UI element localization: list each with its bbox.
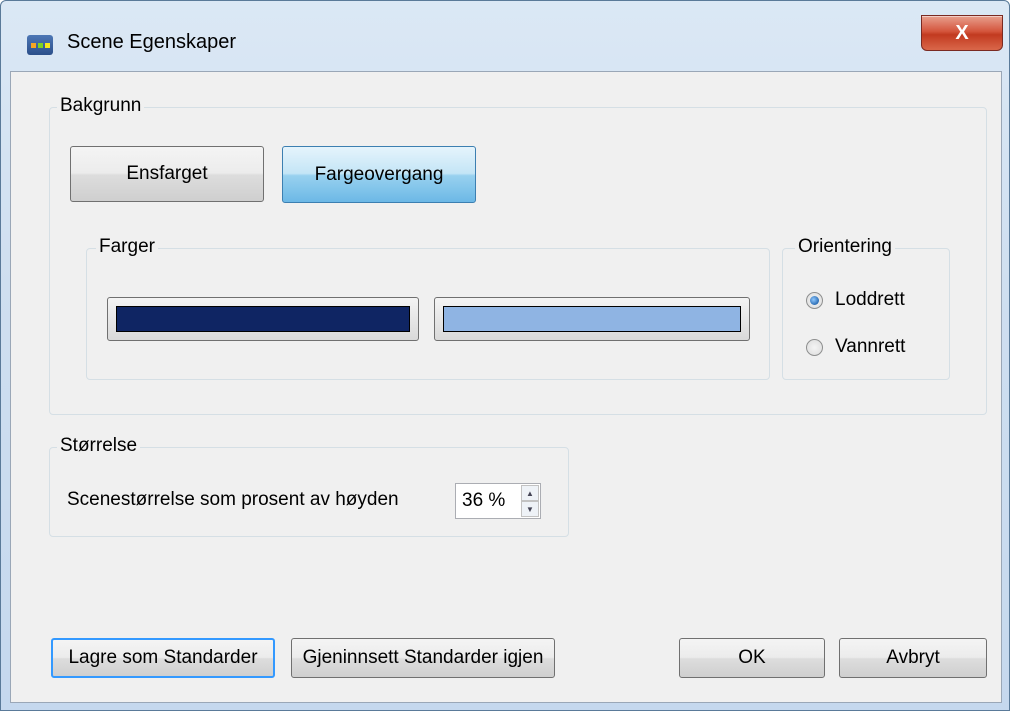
color2-button[interactable] [434, 297, 750, 341]
spin-arrows[interactable]: ▲ ▼ [521, 485, 539, 517]
dialog-window: Scene Egenskaper X Bakgrunn Ensfarget Fa… [0, 0, 1010, 711]
color1-button[interactable] [107, 297, 419, 341]
window-title: Scene Egenskaper [67, 31, 237, 53]
restore-defaults-button[interactable]: Gjeninnsett Standarder igjen [291, 638, 555, 678]
cancel-button[interactable]: Avbryt [839, 638, 987, 678]
ok-button[interactable]: OK [679, 638, 825, 678]
size-legend: Størrelse [57, 435, 141, 457]
dialog-content: Bakgrunn Ensfarget Fargeovergang Farger … [10, 71, 1002, 703]
orientation-horizontal-radio[interactable] [806, 338, 823, 356]
solid-color-button[interactable]: Ensfarget [70, 146, 264, 202]
gradient-button[interactable]: Fargeovergang [282, 146, 476, 203]
orientation-group [782, 248, 950, 380]
orientation-horizontal-label: Vannrett [835, 336, 906, 357]
size-label: Scenestørrelse som prosent av høyden [67, 489, 399, 510]
orientation-vertical-option[interactable]: Loddrett [806, 289, 905, 311]
spin-down-icon[interactable]: ▼ [521, 501, 539, 517]
size-value[interactable]: 36 % [462, 490, 505, 512]
color1-swatch [116, 306, 410, 332]
app-icon [27, 35, 53, 55]
orientation-horizontal-option[interactable]: Vannrett [806, 336, 905, 358]
title-bar: Scene Egenskaper X [1, 1, 1009, 71]
colors-legend: Farger [96, 236, 158, 258]
background-legend: Bakgrunn [57, 95, 145, 117]
size-spinbox[interactable]: 36 % ▲ ▼ [455, 483, 541, 519]
orientation-legend: Orientering [795, 236, 895, 258]
orientation-vertical-label: Loddrett [835, 289, 905, 310]
color2-swatch [443, 306, 741, 332]
save-defaults-button[interactable]: Lagre som Standarder [51, 638, 275, 678]
spin-up-icon[interactable]: ▲ [521, 485, 539, 501]
close-button[interactable]: X [921, 15, 1003, 51]
orientation-vertical-radio[interactable] [806, 291, 823, 309]
